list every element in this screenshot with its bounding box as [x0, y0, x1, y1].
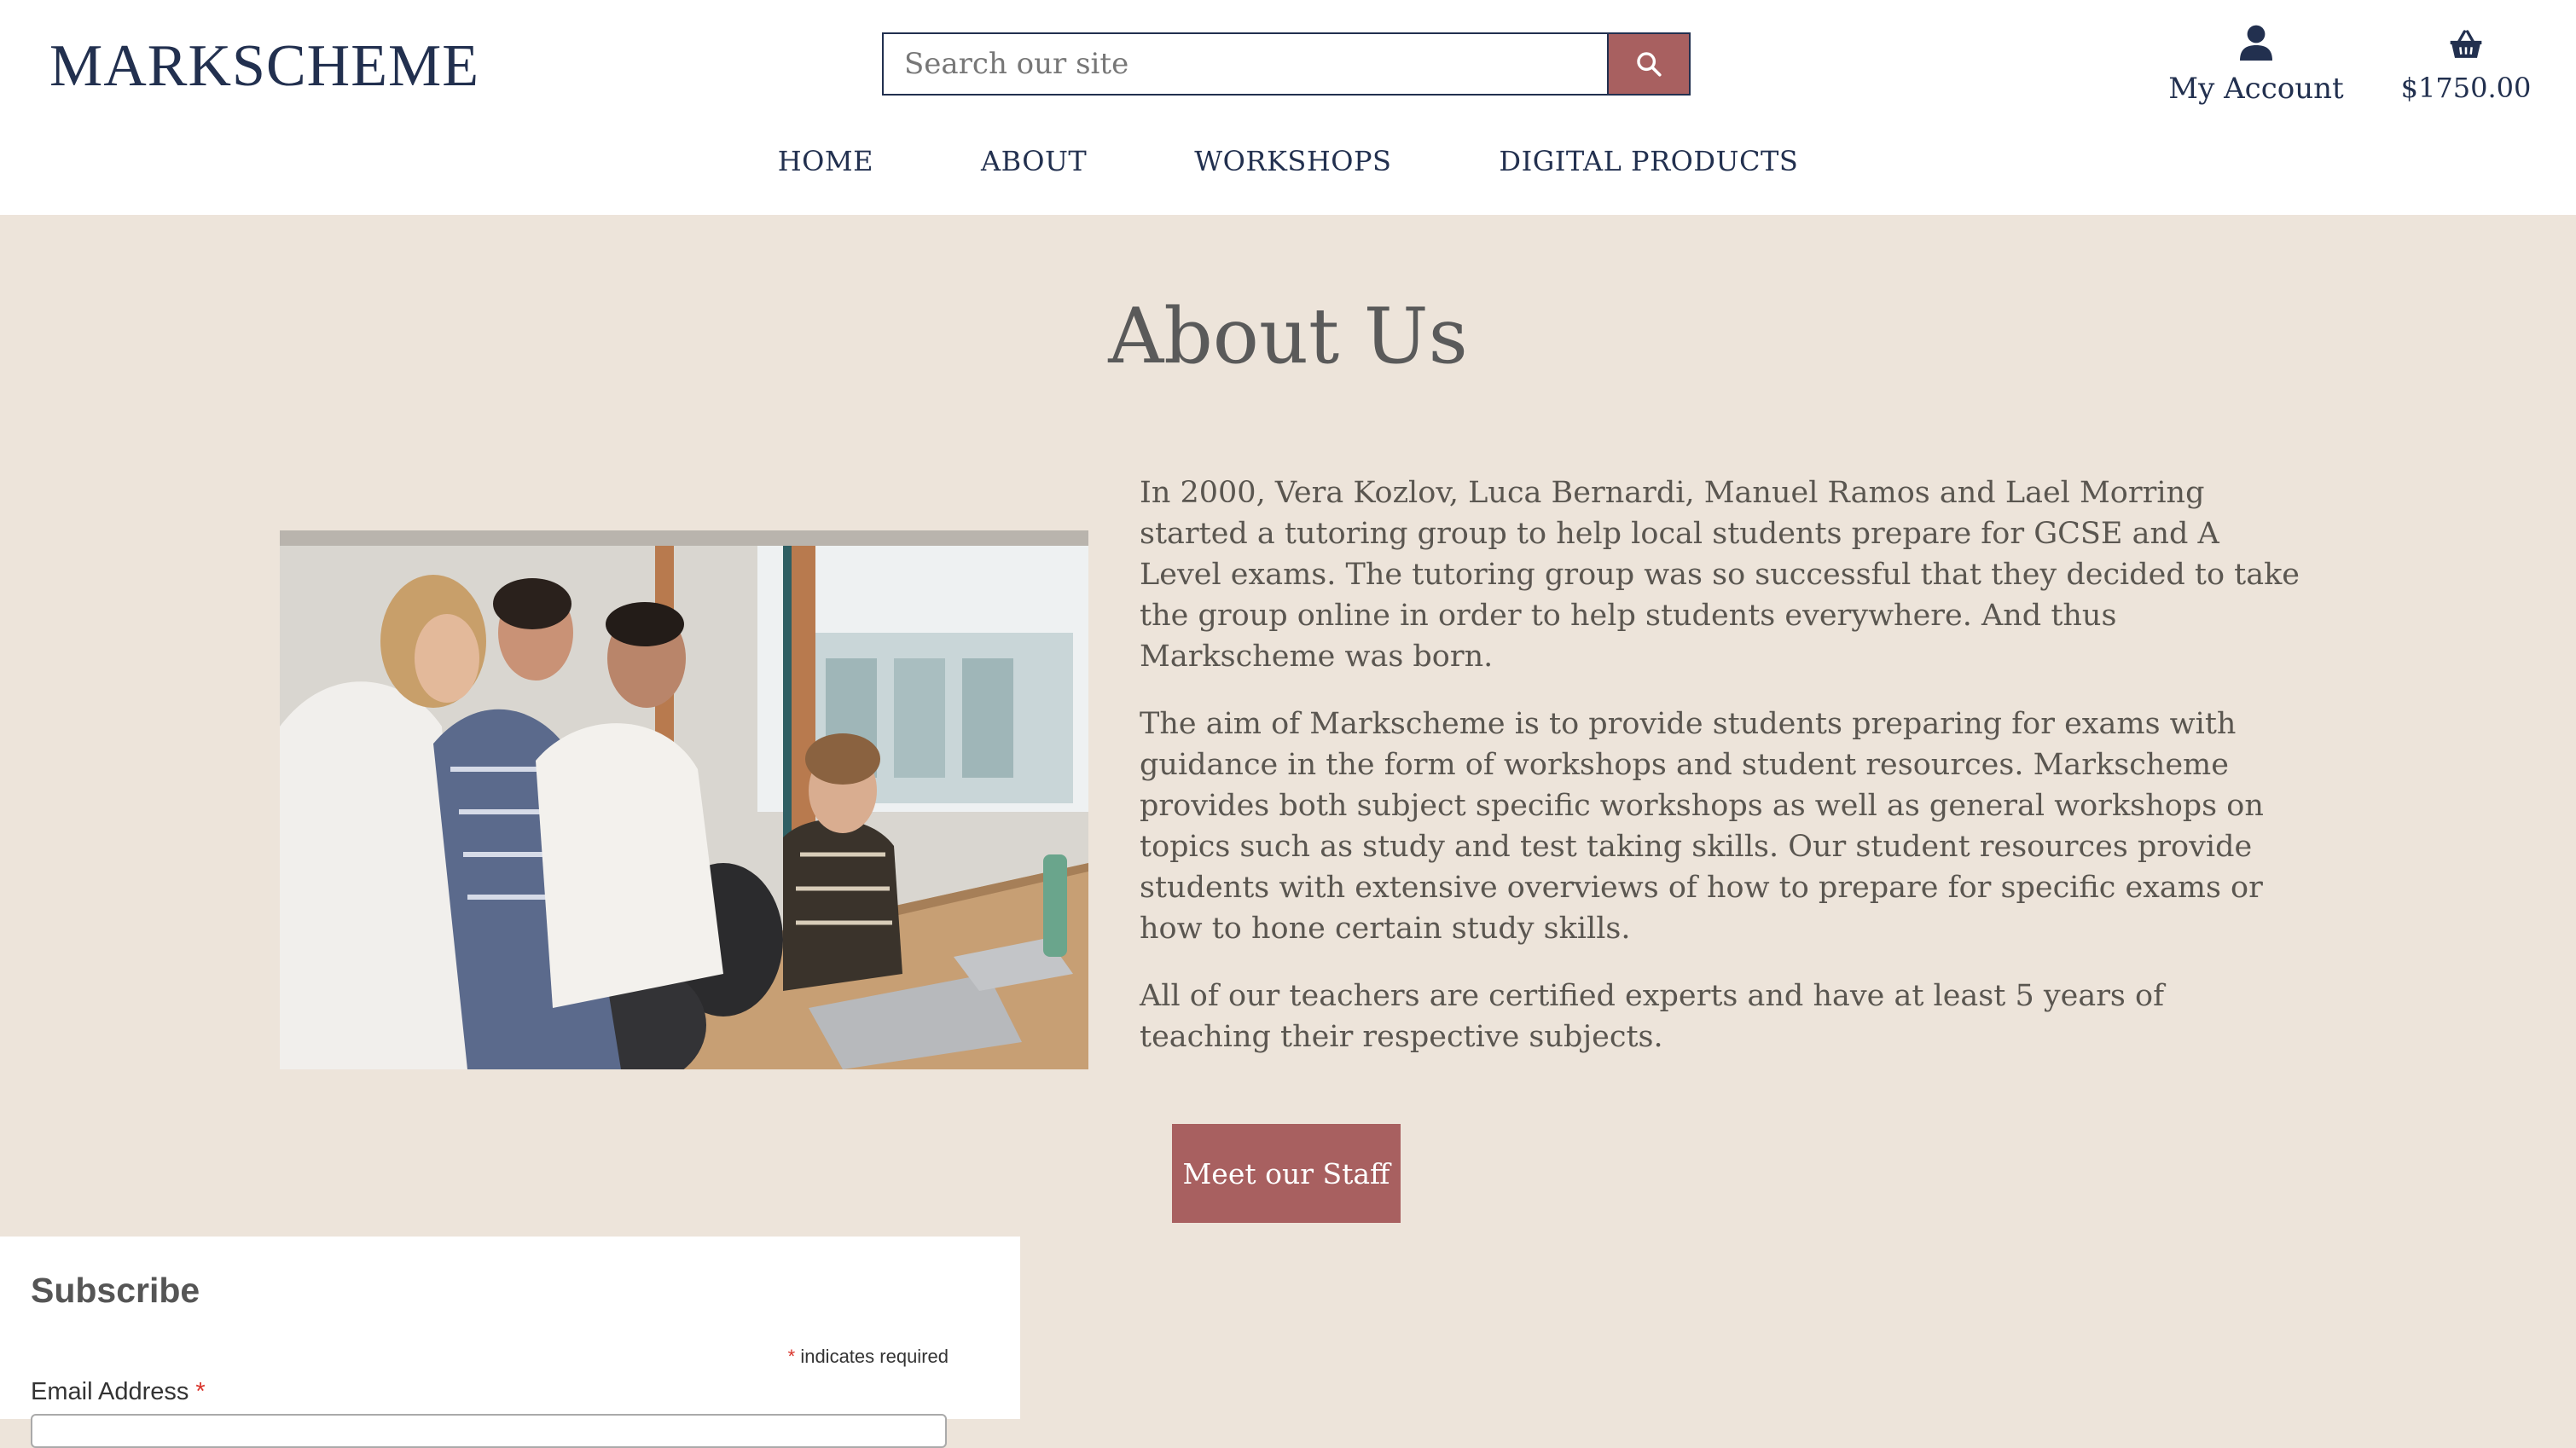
required-asterisk: * [787, 1346, 796, 1367]
site-header: MARKSCHEME My Account [0, 0, 2576, 215]
email-field[interactable] [31, 1414, 947, 1448]
about-paragraph: All of our teachers are certified expert… [1140, 979, 2165, 1054]
my-account-link[interactable]: My Account [2167, 24, 2346, 106]
required-note-text: indicates required [800, 1346, 949, 1367]
cart-total: $1750.00 [2400, 72, 2532, 104]
about-text: In 2000, Vera Kozlov, Luca Bernardi, Man… [1140, 472, 2300, 1084]
search-icon [1637, 52, 1662, 77]
nav-item-about[interactable]: ABOUT [981, 145, 1087, 177]
search-input[interactable] [882, 32, 1607, 96]
team-photo [280, 530, 1088, 1069]
subscribe-title: Subscribe [31, 1271, 200, 1310]
main-nav: HOME ABOUT WORKSHOPS DIGITAL PRODUCTS [0, 145, 2576, 177]
user-icon [2240, 25, 2272, 61]
about-paragraph: The aim of Markscheme is to provide stud… [1140, 707, 2264, 946]
basket-icon [2450, 30, 2482, 58]
nav-item-home[interactable]: HOME [778, 145, 873, 177]
email-label-text: Email Address [31, 1378, 189, 1405]
subscribe-panel: Subscribe * indicates required Email Add… [0, 1237, 1020, 1448]
search-button[interactable] [1607, 32, 1691, 96]
team-photo-illustration [280, 530, 1088, 1069]
about-paragraph: In 2000, Vera Kozlov, Luca Bernardi, Man… [1140, 476, 2300, 674]
site-logo[interactable]: MARKSCHEME [49, 31, 479, 102]
email-label: Email Address * [31, 1378, 206, 1406]
nav-item-digital-products[interactable]: DIGITAL PRODUCTS [1499, 145, 1798, 177]
page-title: About Us [1108, 292, 1468, 381]
search-form [882, 32, 1691, 96]
my-account-label: My Account [2168, 72, 2344, 106]
meet-our-staff-button[interactable]: Meet our Staff [1172, 1124, 1401, 1223]
required-note: * indicates required [788, 1346, 949, 1368]
cart-link[interactable]: $1750.00 [2393, 24, 2538, 104]
nav-item-workshops[interactable]: WORKSHOPS [1194, 145, 1391, 177]
email-required-asterisk: * [195, 1378, 206, 1405]
